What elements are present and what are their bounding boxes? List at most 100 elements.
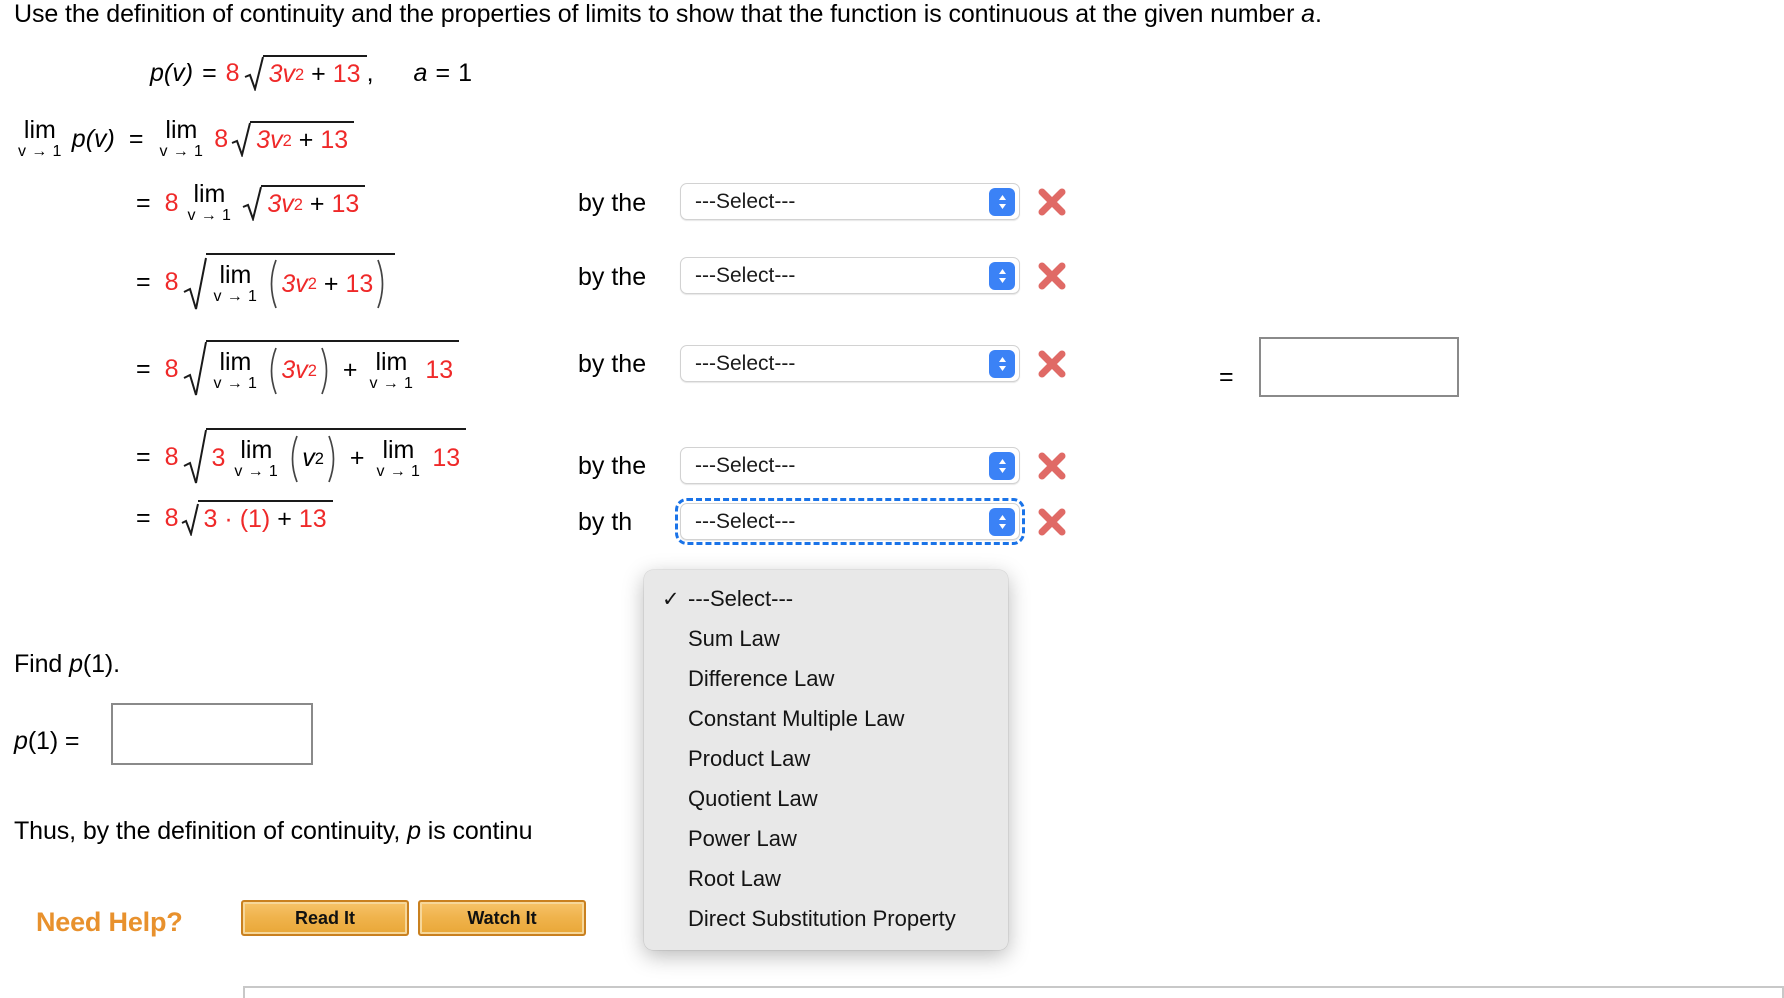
- limit-subscript: v → 1: [234, 462, 279, 480]
- menu-item-label: ---Select---: [688, 586, 794, 611]
- select-stepper-icon[interactable]: [989, 187, 1015, 216]
- equation-row-2: = 8 lim v → 1 3v 2 + 13: [136, 182, 366, 224]
- by-the-label-5: by the: [578, 452, 647, 480]
- menu-item-label: Direct Substitution Property: [688, 906, 956, 931]
- paren-group: v2: [286, 434, 340, 484]
- row5-three: 3: [211, 444, 226, 472]
- by-the-label-2: by the: [578, 189, 647, 217]
- menu-item[interactable]: Constant Multiple Law: [644, 699, 1008, 739]
- select-box[interactable]: ---Select---: [680, 183, 1020, 220]
- select-stepper-icon[interactable]: [989, 507, 1015, 536]
- select-value: ---Select---: [695, 351, 796, 375]
- read-it-button[interactable]: Read It: [241, 900, 409, 936]
- row1-coefficient: 8: [214, 124, 229, 153]
- row5-thirteen: 13: [432, 444, 461, 472]
- reason-select-row-2[interactable]: ---Select---: [680, 183, 1067, 220]
- find-heading: Find p(1).: [14, 650, 120, 679]
- menu-item[interactable]: Power Law: [644, 819, 1008, 859]
- menu-item[interactable]: Product Law: [644, 739, 1008, 779]
- row2-equals: =: [136, 188, 151, 217]
- radicand-plus: +: [309, 190, 325, 218]
- menu-item-label: Difference Law: [688, 666, 835, 691]
- a-equals: =: [435, 58, 451, 87]
- menu-item[interactable]: Direct Substitution Property: [644, 899, 1008, 939]
- limit-op-label: lim: [23, 116, 56, 144]
- radical-group: 3v 2 + 13: [244, 55, 367, 91]
- reason-select-row-5[interactable]: ---Select---: [680, 447, 1067, 484]
- result-equals: =: [1219, 363, 1234, 391]
- equation-row-6: = 8 3 · (1) + 13: [136, 500, 333, 536]
- radicand: 3 lim v → 1 v2 + lim v → 1 13: [205, 428, 467, 486]
- right-paren-icon: [321, 347, 328, 394]
- row6-plus: +: [277, 505, 292, 533]
- select-box[interactable]: ---Select---: [680, 345, 1020, 382]
- menu-item[interactable]: Quotient Law: [644, 779, 1008, 819]
- radical-group: lim v → 1 3v 2 + 13: [183, 253, 396, 312]
- row6-equals: =: [136, 503, 151, 532]
- row5-coefficient: 8: [164, 442, 179, 471]
- p1-label-var: p: [14, 727, 28, 755]
- select-stepper-icon[interactable]: [989, 451, 1015, 480]
- row1-pv: p(v): [71, 124, 115, 153]
- by-the-label-4: by the: [578, 350, 647, 378]
- radicand-plus: +: [311, 60, 326, 88]
- select-value: ---Select---: [695, 189, 796, 213]
- find-heading-prefix: Find: [14, 650, 70, 678]
- radical-group: 3v 2 + 13: [231, 121, 355, 157]
- left-paren-icon: [270, 259, 278, 309]
- p1-label-equals: =: [64, 727, 80, 755]
- watch-it-button[interactable]: Watch It: [418, 900, 586, 936]
- radical-sign-icon: [231, 121, 252, 157]
- limit-op-label: lim: [240, 435, 273, 464]
- conclusion-var: p: [407, 817, 421, 845]
- paren-group: 3v 2: [265, 346, 333, 396]
- limit-operator: lim v → 1: [18, 118, 62, 160]
- menu-item[interactable]: Root Law: [644, 859, 1008, 899]
- reason-select-row-3[interactable]: ---Select---: [680, 257, 1067, 294]
- left-paren-icon: [270, 347, 278, 394]
- menu-item-label: Root Law: [688, 866, 781, 891]
- x-mark-icon: [1037, 187, 1067, 217]
- conclusion-prefix: Thus, by the definition of continuity,: [14, 817, 408, 845]
- prompt-text: Use the definition of continuity and the…: [14, 0, 1302, 28]
- radicand-term-b: 13: [332, 60, 361, 88]
- select-box[interactable]: ---Select---: [675, 498, 1025, 545]
- reason-select-row-4[interactable]: ---Select---: [680, 345, 1067, 382]
- limit-op-label: lim: [193, 180, 226, 208]
- radicand-term-a: 3v: [267, 190, 294, 218]
- select-stepper-icon[interactable]: [989, 261, 1015, 290]
- result-input[interactable]: [1259, 337, 1459, 397]
- limit-operator: lim v → 1: [188, 182, 232, 224]
- select-value: ---Select---: [695, 509, 796, 533]
- right-paren-icon: [377, 259, 384, 309]
- radicand-term-a: 3v: [256, 126, 283, 154]
- find-heading-suffix: (1).: [82, 650, 121, 678]
- left-paren-icon: [291, 435, 299, 482]
- p1-input[interactable]: [111, 703, 313, 765]
- radical-sign-icon: [183, 340, 207, 398]
- function-definition: p(v) = 8 3v 2 + 13 , a = 1: [150, 55, 472, 91]
- limit-op-label: lim: [375, 347, 408, 376]
- radical-sign-icon: [244, 55, 264, 91]
- select-box[interactable]: ---Select---: [680, 257, 1020, 294]
- find-heading-var: p: [69, 650, 83, 678]
- reason-dropdown-menu[interactable]: ✓ ---Select--- Sum Law Difference Law Con…: [644, 570, 1008, 950]
- limit-subscript: v → 1: [369, 374, 414, 392]
- exercise-page: Use the definition of continuity and the…: [0, 0, 1784, 998]
- limit-subscript: v → 1: [213, 374, 258, 392]
- equation-row-4: = 8 lim v → 1 3v 2 + lim v → 1 13: [136, 340, 460, 398]
- function-equals: =: [202, 58, 217, 87]
- select-box[interactable]: ---Select---: [680, 447, 1020, 484]
- check-icon: ✓: [662, 587, 680, 611]
- menu-item-label: Quotient Law: [688, 786, 818, 811]
- row6-thirteen: 13: [298, 505, 327, 533]
- conclusion-text: Thus, by the definition of continuity, p…: [14, 817, 532, 846]
- paren-group: 3v 2 + 13: [265, 258, 389, 310]
- menu-item[interactable]: Sum Law: [644, 619, 1008, 659]
- menu-item[interactable]: Difference Law: [644, 659, 1008, 699]
- radical-sign-icon: [183, 253, 207, 312]
- menu-item[interactable]: ✓ ---Select---: [644, 579, 1008, 619]
- radical-sign-icon: [181, 500, 199, 536]
- reason-select-row-6[interactable]: ---Select---: [675, 498, 1067, 545]
- select-stepper-icon[interactable]: [989, 349, 1015, 378]
